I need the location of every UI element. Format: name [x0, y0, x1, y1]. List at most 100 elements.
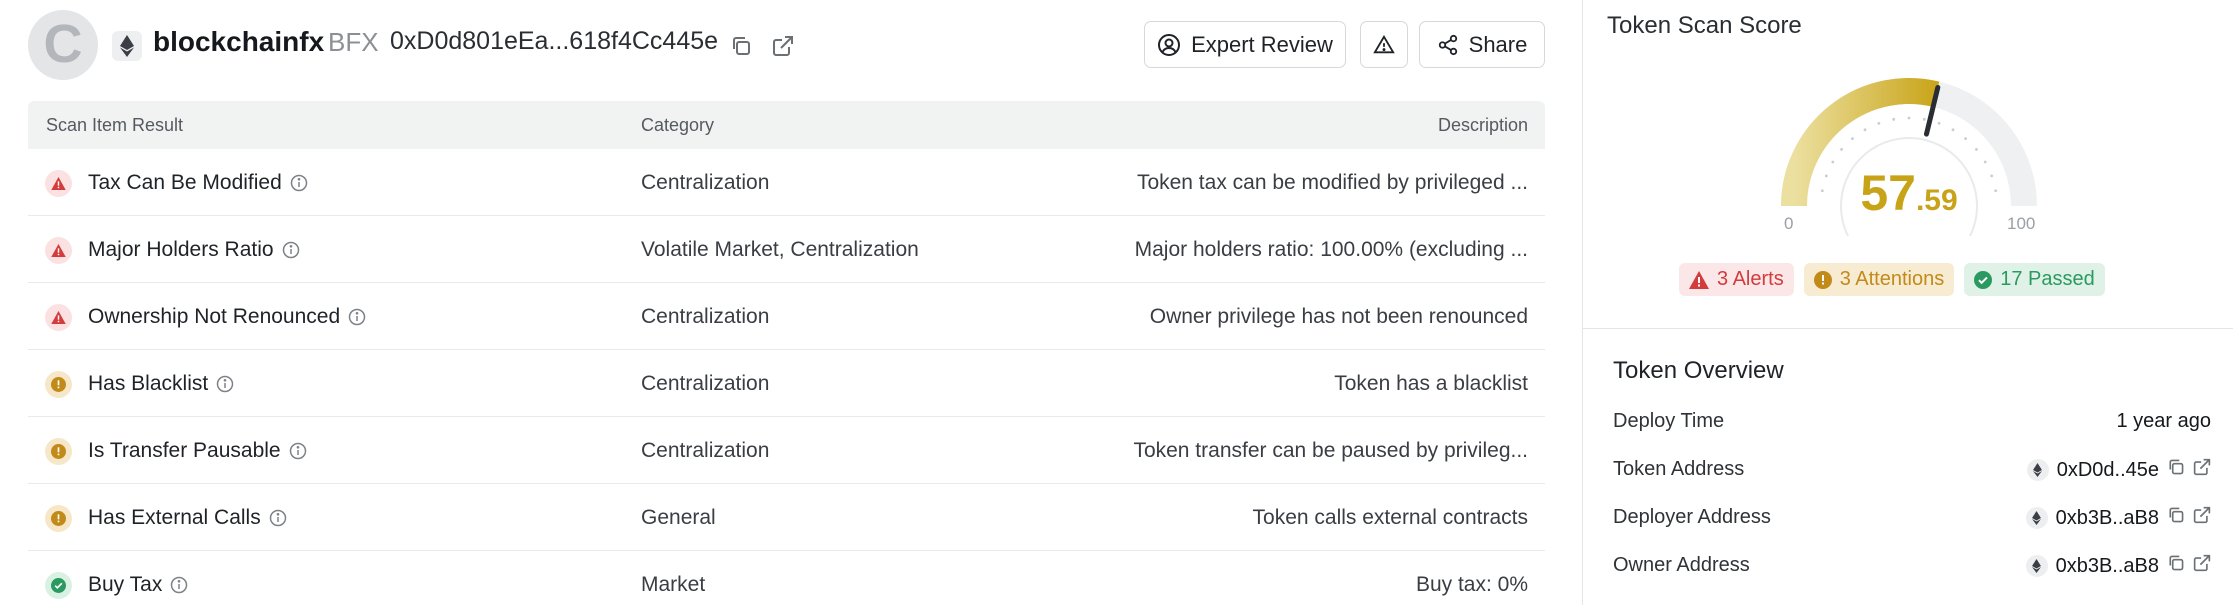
scan-item-label: Is Transfer Pausable	[88, 439, 281, 462]
info-icon[interactable]	[348, 308, 366, 326]
report-button[interactable]	[1360, 21, 1408, 68]
scan-item-description: Owner privilege has not been renounced	[1149, 305, 1528, 328]
gauge-tick	[1951, 128, 1955, 132]
scan-results-panel: C blockchainfx BFX 0xD0d801eEa...618f4Cc…	[0, 0, 1582, 605]
attentions-badge[interactable]: 3 Attentions	[1803, 263, 1955, 296]
scan-item-category: Centralization	[641, 372, 770, 395]
gauge-tick	[1975, 148, 1978, 151]
scan-item-description: Token tax can be modified by privileged …	[1136, 171, 1528, 194]
copy-icon[interactable]	[2167, 458, 2185, 482]
table-row[interactable]: Is Transfer Pausable Centralization Token …	[28, 417, 1545, 484]
gauge-tick	[1892, 117, 1896, 121]
score-integer: 57	[1860, 165, 1916, 221]
overview-token-address: Token Address 0xD0d..45e	[1613, 456, 2211, 486]
scan-item-name: Major Holders Ratio	[88, 238, 300, 262]
ethereum-icon	[2026, 459, 2049, 481]
header-description: Description	[1437, 115, 1528, 135]
table-row[interactable]: Has Blacklist Centralization Token has a b…	[28, 350, 1545, 417]
passed-badge[interactable]: 17 Passed	[1964, 263, 2105, 296]
scan-item-description: Token calls external contracts	[1252, 506, 1528, 529]
token-symbol: BFX	[328, 27, 379, 57]
token-address-value[interactable]: 0xD0d..45e	[2057, 459, 2159, 482]
alerts-count: 3 Alerts	[1717, 268, 1784, 290]
gauge-tick	[1922, 117, 1926, 121]
external-link-icon[interactable]	[2193, 458, 2211, 482]
scan-item-category: General	[641, 506, 716, 529]
copy-icon[interactable]	[2167, 506, 2185, 530]
gauge-tick	[1840, 148, 1843, 151]
info-icon[interactable]	[290, 174, 308, 192]
contract-address: 0xD0d801eEa...618f4Cc445e	[390, 27, 719, 55]
attention-icon	[45, 371, 72, 398]
alert-triangle-icon	[45, 237, 72, 264]
check-circle-icon	[1974, 270, 1993, 289]
gauge-min-label: 0	[1784, 214, 1794, 233]
scan-item-category: Market	[641, 573, 706, 596]
token-address-label: Token Address	[1613, 458, 1745, 480]
share-button[interactable]: Share	[1419, 21, 1545, 68]
scan-item-label: Has External Calls	[88, 506, 261, 529]
scan-item-description: Token has a blacklist	[1334, 372, 1528, 395]
gauge-tick	[1964, 137, 1967, 140]
scan-item-label: Major Holders Ratio	[88, 238, 274, 261]
expert-review-button[interactable]: Expert Review	[1144, 21, 1346, 68]
info-icon[interactable]	[170, 576, 188, 594]
gauge-tick	[1983, 160, 1987, 164]
info-icon[interactable]	[216, 375, 234, 393]
gauge-tick	[1907, 116, 1911, 120]
scan-item-name: Is Transfer Pausable	[88, 439, 307, 463]
score-title: Token Scan Score	[1607, 12, 1802, 39]
ethereum-icon	[112, 31, 142, 61]
scan-item-category: Centralization	[641, 171, 770, 194]
table-row[interactable]: Major Holders Ratio Volatile Market, Cent…	[28, 216, 1545, 283]
table-row[interactable]: Has External Calls General Token calls ext…	[28, 484, 1545, 551]
ethereum-icon	[2025, 555, 2048, 577]
external-link-icon[interactable]	[768, 31, 798, 61]
header-category: Category	[641, 115, 715, 135]
table-row[interactable]: Buy Tax Market Buy tax: 0%	[28, 551, 1545, 605]
copy-icon[interactable]	[2167, 554, 2185, 578]
scan-item-description: Buy tax: 0%	[1415, 573, 1528, 596]
scan-item-name: Ownership Not Renounced	[88, 305, 366, 329]
owner-address-value[interactable]: 0xb3B..aB8	[2056, 555, 2159, 578]
scan-item-description: Token transfer can be paused by privileg…	[1133, 439, 1528, 462]
copy-icon[interactable]	[726, 31, 756, 61]
external-link-icon[interactable]	[2193, 506, 2211, 530]
external-link-icon[interactable]	[2193, 554, 2211, 578]
deployer-address-value[interactable]: 0xb3B..aB8	[2056, 507, 2159, 530]
gauge-tick	[1937, 121, 1941, 125]
table-header: Scan Item Result Category Description	[28, 101, 1545, 149]
scan-item-category: Volatile Market, Centralization	[641, 238, 919, 261]
scan-item-name: Buy Tax	[88, 573, 188, 597]
scan-item-name: Has Blacklist	[88, 372, 234, 396]
scan-item-category: Centralization	[641, 439, 770, 462]
table-row[interactable]: Tax Can Be Modified Centralization Token t…	[28, 149, 1545, 216]
score-decimal: .59	[1915, 184, 1958, 217]
ethereum-icon	[2025, 507, 2048, 529]
gauge-tick	[1863, 128, 1867, 132]
attention-icon	[1813, 270, 1832, 289]
token-header: C blockchainfx BFX 0xD0d801eEa...618f4Cc…	[28, 10, 1545, 80]
user-circle-icon	[1158, 33, 1181, 56]
scan-item-label: Buy Tax	[88, 573, 163, 596]
info-icon[interactable]	[289, 442, 307, 460]
expert-review-label: Expert Review	[1191, 31, 1333, 57]
result-summary: 3 Alerts 3 Attentions 17 Passed	[1679, 263, 2105, 296]
gauge-max-label: 100	[2007, 214, 2036, 233]
info-icon[interactable]	[282, 241, 300, 259]
table-row[interactable]: Ownership Not Renounced Centralization Own…	[28, 283, 1545, 350]
deployer-address-label: Deployer Address	[1613, 506, 1771, 528]
token-logo: C	[28, 10, 98, 80]
deploy-time-value: 1 year ago	[2116, 410, 2211, 432]
scan-item-label: Ownership Not Renounced	[88, 305, 341, 328]
alert-triangle-icon	[45, 304, 72, 331]
score-gauge: 57.59 0 100	[1769, 66, 2049, 275]
token-name: blockchainfx	[153, 26, 325, 57]
overview-deployer-address: Deployer Address 0xb3B..aB8	[1613, 504, 2211, 534]
warning-triangle-icon	[1373, 34, 1395, 53]
alert-triangle-icon	[1689, 270, 1709, 289]
gauge-tick	[1851, 137, 1854, 140]
owner-address-label: Owner Address	[1613, 554, 1750, 576]
alerts-badge[interactable]: 3 Alerts	[1679, 263, 1794, 296]
info-icon[interactable]	[269, 509, 287, 527]
